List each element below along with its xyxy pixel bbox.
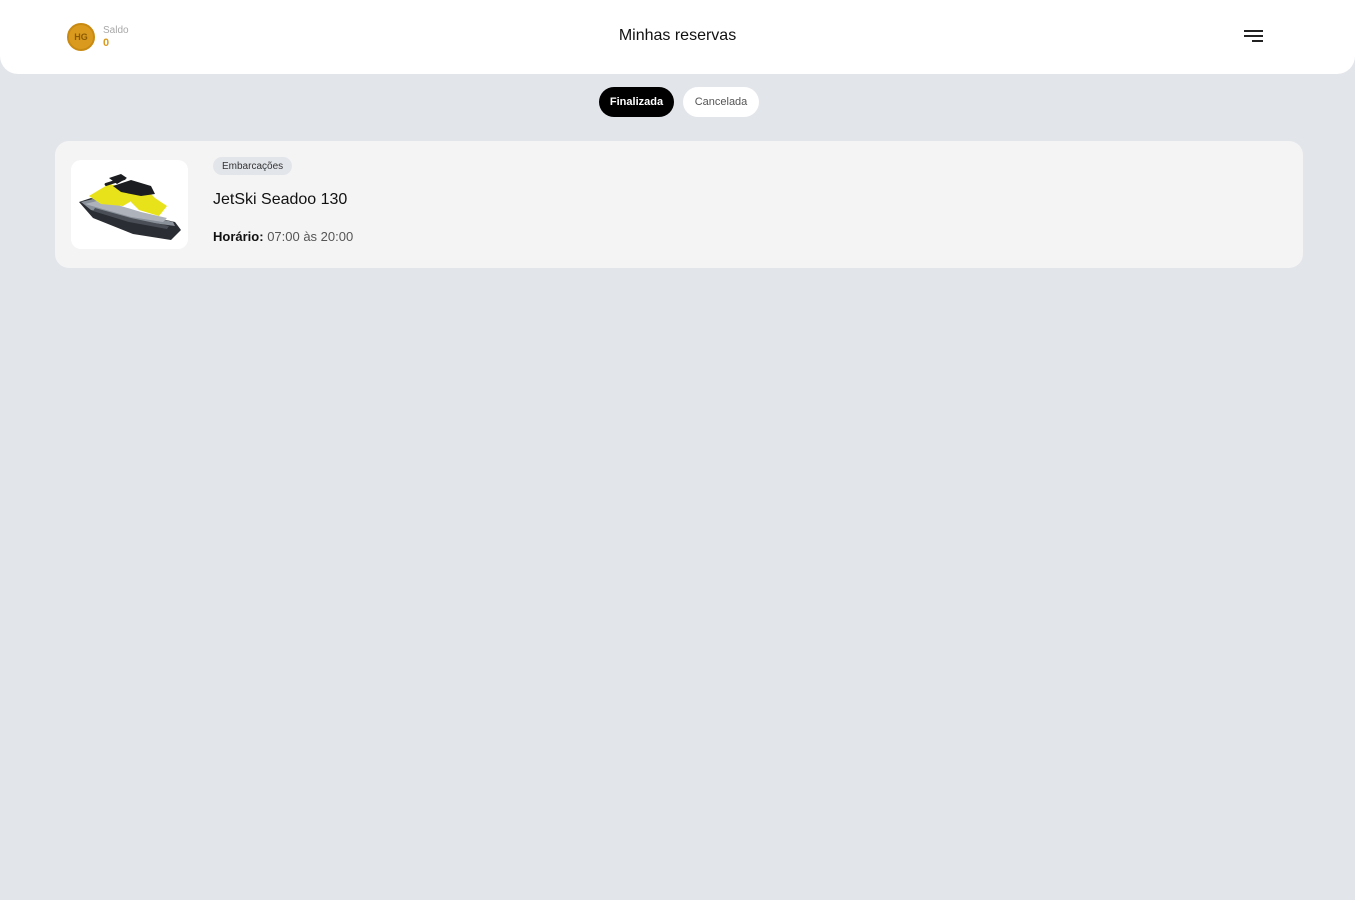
schedule-label: Horário: bbox=[213, 229, 264, 244]
reservation-schedule: Horário: 07:00 às 20:00 bbox=[213, 229, 353, 244]
tab-finalizada[interactable]: Finalizada bbox=[599, 87, 674, 117]
reservation-item-name: JetSki Seadoo 130 bbox=[213, 191, 348, 208]
reservation-card[interactable]: Embarcações JetSki Seadoo 130 Horário: 0… bbox=[55, 141, 1303, 268]
top-header: HG Saldo 0 Minhas reservas bbox=[0, 0, 1355, 74]
tab-cancelada[interactable]: Cancelada bbox=[683, 87, 759, 117]
page-title: Minhas reservas bbox=[618, 27, 737, 44]
jetski-image bbox=[71, 160, 188, 249]
filter-menu-icon bbox=[1244, 30, 1263, 42]
status-tabs: Finalizada Cancelada bbox=[599, 87, 759, 117]
category-badge: Embarcações bbox=[213, 157, 293, 175]
schedule-value: 07:00 às 20:00 bbox=[267, 229, 354, 244]
filter-menu-button[interactable] bbox=[1243, 27, 1265, 45]
